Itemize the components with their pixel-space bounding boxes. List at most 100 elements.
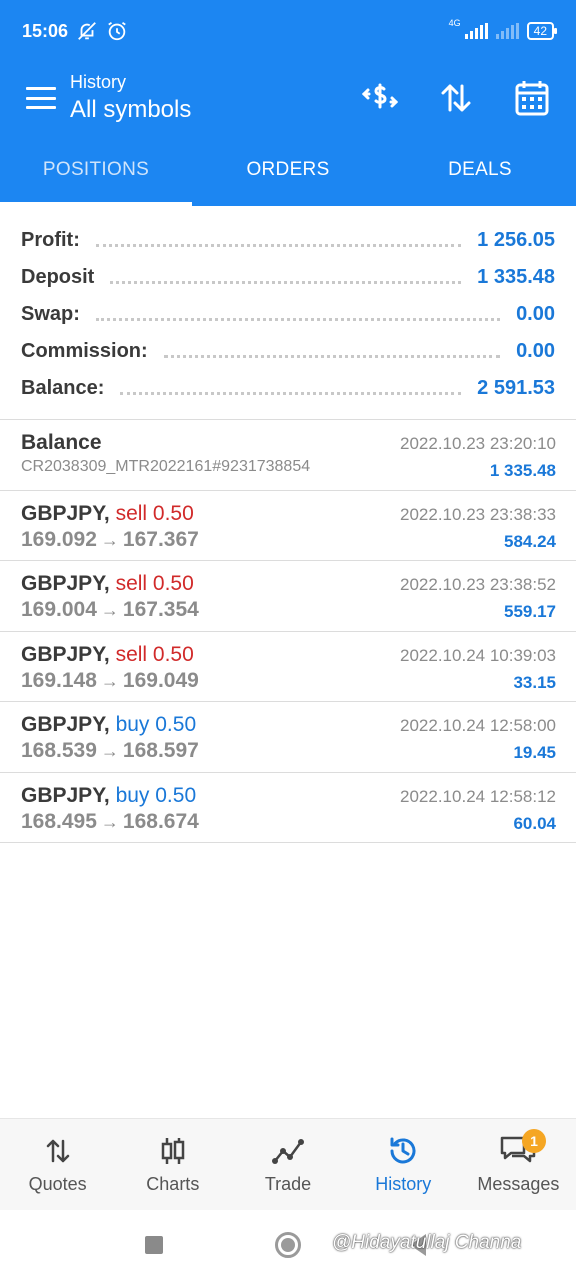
summary-row-balance: Balance: 2 591.53 <box>21 370 555 407</box>
summary-row-commission: Commission: 0.00 <box>21 333 555 370</box>
trade-icon <box>272 1139 304 1164</box>
summary-panel: Profit: 1 256.05 Deposit 1 335.48 Swap: … <box>0 206 576 420</box>
deal-profit: 19.45 <box>513 743 556 762</box>
charts-icon <box>161 1138 185 1164</box>
deposit-withdraw-button[interactable] <box>356 74 404 122</box>
close-price: 169.049 <box>122 668 199 692</box>
deal-row[interactable]: GBPJPY, sell 0.50 169.004 → 167.354 2022.1… <box>0 561 576 632</box>
nav-quotes[interactable]: Quotes <box>0 1119 115 1210</box>
deal-row[interactable]: GBPJPY, sell 0.50 169.148 → 169.049 2022.1… <box>0 632 576 702</box>
page-subtitle: History <box>70 72 127 92</box>
signal-2-icon <box>495 23 519 39</box>
deal-side: sell 0.50 <box>115 501 194 525</box>
nav-charts[interactable]: Charts <box>115 1119 230 1210</box>
deal-time: 2022.10.23 23:20:10 <box>400 434 556 453</box>
home-icon[interactable] <box>275 1232 301 1258</box>
close-price: 168.597 <box>122 739 199 762</box>
history-tabs: POSITIONS ORDERS DEALS <box>0 134 576 206</box>
menu-icon[interactable] <box>26 87 56 109</box>
close-price: 168.674 <box>122 809 199 833</box>
summary-label: Commission: <box>21 340 148 362</box>
open-price: 169.148 <box>21 668 97 692</box>
tab-positions[interactable]: POSITIONS <box>0 134 192 206</box>
open-price: 168.495 <box>21 809 97 833</box>
deal-amount: 1 335.48 <box>489 461 556 480</box>
deal-profit: 559.17 <box>504 602 556 621</box>
deal-side: buy 0.50 <box>115 713 197 736</box>
close-price: 167.354 <box>122 598 199 621</box>
sort-arrows-icon <box>441 84 471 112</box>
arrow-icon: → <box>100 670 119 691</box>
open-price: 169.004 <box>21 598 97 621</box>
nav-trade[interactable]: Trade <box>230 1119 345 1210</box>
summary-row-profit: Profit: 1 256.05 <box>21 222 555 259</box>
deal-row[interactable]: GBPJPY, buy 0.50 168.495 → 168.674 2022.10… <box>0 773 576 843</box>
tab-deals[interactable]: DEALS <box>384 134 576 206</box>
muted-bell-icon <box>78 22 96 40</box>
deal-side: sell 0.50 <box>115 642 194 666</box>
nav-label: History <box>375 1174 432 1194</box>
nav-label: Charts <box>146 1174 200 1194</box>
sort-button[interactable] <box>432 74 480 122</box>
symbol-filter-title[interactable]: All symbols <box>70 95 356 125</box>
battery-icon: 42 <box>526 22 558 40</box>
summary-row-deposit: Deposit 1 335.48 <box>21 259 555 296</box>
deal-time: 2022.10.24 12:58:12 <box>400 786 556 806</box>
deal-side: sell 0.50 <box>115 572 194 595</box>
deal-side: buy 0.50 <box>115 783 197 807</box>
deal-time: 2022.10.24 10:39:03 <box>400 645 556 665</box>
deal-row[interactable]: GBPJPY, buy 0.50 168.539 → 168.597 2022.10… <box>0 702 576 773</box>
summary-label: Balance: <box>21 377 105 399</box>
watermark-text: @Hidayatullaj Channa <box>332 1232 522 1253</box>
calendar-icon <box>515 81 549 116</box>
deal-profit: 60.04 <box>513 813 556 833</box>
top-header: 15:06 4G 42 History All symbols POSITION… <box>0 0 576 206</box>
system-navigation-bar: @Hidayatullaj Channa <box>0 1210 576 1280</box>
arrow-icon: → <box>100 600 119 620</box>
arrow-icon: → <box>100 529 119 550</box>
deal-symbol: GBPJPY, <box>21 713 110 736</box>
app-bar: History All symbols <box>0 62 576 134</box>
open-price: 169.092 <box>21 527 97 551</box>
history-icon <box>390 1137 416 1164</box>
status-time: 15:06 <box>22 20 69 41</box>
summary-value: 1 335.48 <box>477 266 555 288</box>
signal-icon <box>464 23 488 39</box>
nav-messages[interactable]: Messages 1 <box>461 1119 576 1210</box>
recent-apps-icon[interactable] <box>145 1236 163 1254</box>
summary-value: 2 591.53 <box>477 377 555 399</box>
close-price: 167.367 <box>122 527 199 551</box>
summary-label: Swap: <box>21 303 80 325</box>
nav-label: Trade <box>264 1174 312 1194</box>
summary-row-swap: Swap: 0.00 <box>21 296 555 333</box>
summary-value: 1 256.05 <box>477 229 555 251</box>
bottom-navigation: Quotes Charts Trade History Messages 1 <box>0 1118 576 1210</box>
summary-label: Deposit <box>21 266 95 288</box>
quotes-icon <box>46 1139 69 1163</box>
balance-entry[interactable]: Balance CR2038309_MTR2022161#9231738854 … <box>0 420 576 491</box>
deal-profit: 33.15 <box>513 672 556 692</box>
summary-value: 0.00 <box>516 303 555 325</box>
status-bar: 15:06 4G 42 <box>0 0 576 62</box>
deal-time: 2022.10.23 23:38:33 <box>400 504 556 524</box>
nav-history[interactable]: History <box>346 1119 461 1210</box>
summary-value: 0.00 <box>516 340 555 362</box>
calendar-button[interactable] <box>508 74 556 122</box>
arrow-icon: → <box>100 811 119 832</box>
deal-time: 2022.10.24 12:58:00 <box>400 716 556 735</box>
nav-label: Messages <box>477 1174 560 1194</box>
deal-symbol: GBPJPY, <box>21 783 110 807</box>
arrow-icon: → <box>100 741 119 761</box>
tab-orders[interactable]: ORDERS <box>192 134 384 206</box>
deal-symbol: GBPJPY, <box>21 501 110 525</box>
deal-symbol: GBPJPY, <box>21 642 110 666</box>
deal-row[interactable]: GBPJPY, sell 0.50 169.092 → 167.367 2022.1… <box>0 491 576 561</box>
messages-badge: 1 <box>522 1129 547 1153</box>
open-price: 168.539 <box>21 739 97 762</box>
nav-label: Quotes <box>28 1174 87 1194</box>
balance-entry-reference: CR2038309_MTR2022161#9231738854 <box>21 458 311 475</box>
deal-time: 2022.10.23 23:38:52 <box>400 575 556 594</box>
deal-symbol: GBPJPY, <box>21 572 110 595</box>
deal-profit: 584.24 <box>504 531 556 551</box>
summary-label: Profit: <box>21 229 80 251</box>
